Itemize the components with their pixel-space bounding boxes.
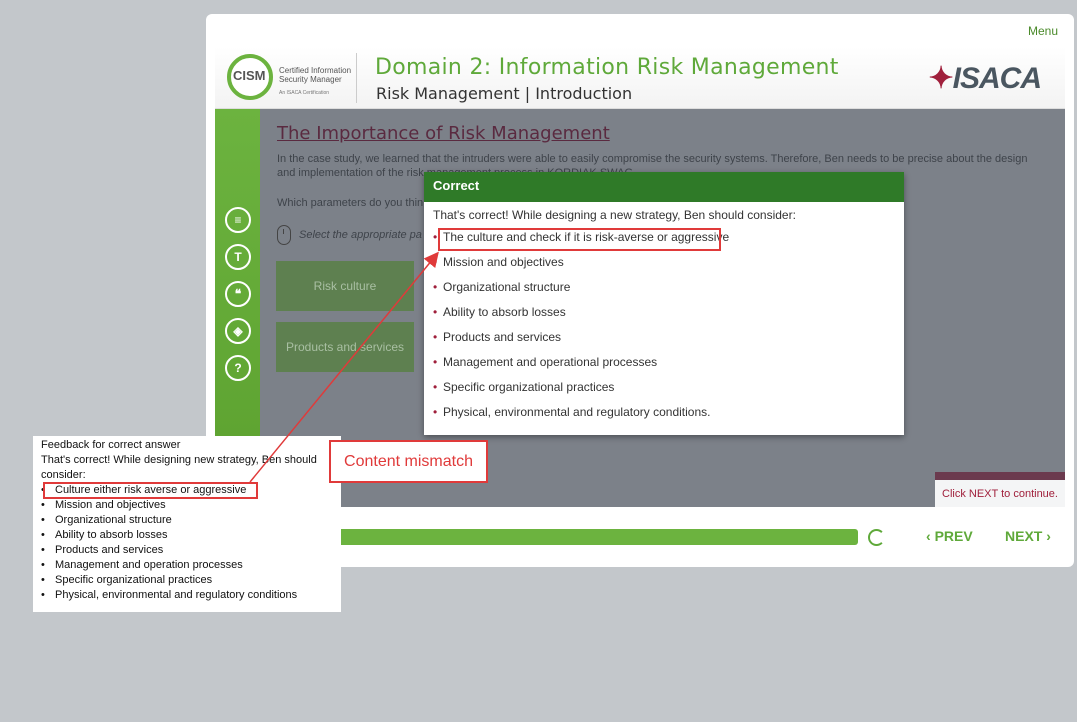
slide-instruction: Select the appropriate pa <box>277 225 422 245</box>
cism-logo-tagline: An ISACA Certification <box>279 90 330 96</box>
feedback-item: Organizational structure <box>41 513 333 528</box>
course-header: CISM Certified Information Security Mana… <box>215 47 1065 109</box>
content-mismatch-label: Content mismatch <box>329 440 488 483</box>
feedback-annotation: Feedback for correct answer That's corre… <box>33 436 341 612</box>
chevron-right-icon: › <box>1046 528 1051 544</box>
domain-title: Domain 2: Information Risk Management <box>375 55 839 80</box>
feedback-list: Culture either risk averse or aggressive… <box>41 483 333 603</box>
cism-logo-line2: Security Manager <box>279 75 342 84</box>
prev-button[interactable]: ‹ PREV <box>926 528 973 544</box>
dialog-item: Physical, environmental and regulatory c… <box>433 402 895 427</box>
section-subtitle: Risk Management | Introduction <box>376 84 633 103</box>
replay-icon[interactable] <box>868 529 885 546</box>
dialog-item: Specific organizational practices <box>433 377 895 402</box>
mouse-icon <box>277 225 291 245</box>
help-icon[interactable]: ? <box>225 355 251 381</box>
dialog-item: Ability to absorb losses <box>433 302 895 327</box>
dialog-item: Products and services <box>433 327 895 352</box>
transcript-icon[interactable]: T <box>225 244 251 270</box>
cism-logo-word: CISM <box>233 68 266 83</box>
next-hint: Click NEXT to continue. <box>935 472 1065 507</box>
option-card[interactable]: Products and services <box>276 322 414 372</box>
layers-icon[interactable]: ◈ <box>225 318 251 344</box>
dialog-title: Correct <box>424 172 904 202</box>
dialog-item: Management and operational processes <box>433 352 895 377</box>
chevron-left-icon: ‹ <box>926 528 931 544</box>
instruction-text: Select the appropriate pa <box>299 229 422 241</box>
cism-logo-line1: Certified Information <box>279 66 352 75</box>
feedback-heading: Feedback for correct answer <box>41 439 181 451</box>
isaca-star-icon: ✦ <box>928 62 954 95</box>
notes-icon[interactable]: ≡ <box>225 207 251 233</box>
feedback-item: Specific organizational practices <box>41 573 333 588</box>
cism-logo: CISM Certified Information Security Mana… <box>227 53 357 103</box>
slide-title: The Importance of Risk Management <box>277 123 610 144</box>
dialog-list: The culture and check if it is risk-aver… <box>424 222 904 427</box>
feedback-highlight-box <box>43 482 258 499</box>
feedback-item: Mission and objectives <box>41 498 333 513</box>
feedback-item: Management and operation processes <box>41 558 333 573</box>
feedback-intro: That's correct! While designing new stra… <box>41 454 317 481</box>
prev-label: PREV <box>934 528 973 544</box>
dialog-intro: That's correct! While designing a new st… <box>433 208 796 222</box>
next-button[interactable]: NEXT › <box>1005 528 1051 544</box>
next-label: NEXT <box>1005 528 1043 544</box>
feedback-item: Physical, environmental and regulatory c… <box>41 588 333 603</box>
menu-link[interactable]: Menu <box>1028 24 1058 38</box>
feedback-dialog: Correct That's correct! While designing … <box>424 172 904 435</box>
dialog-highlight-box <box>438 228 721 251</box>
dialog-item: Mission and objectives <box>433 252 895 277</box>
option-card[interactable]: Risk culture <box>276 261 414 311</box>
dialog-item: Organizational structure <box>433 277 895 302</box>
progress-bar <box>336 529 858 545</box>
feedback-item: Products and services <box>41 543 333 558</box>
isaca-logo: ✦ISACA <box>928 61 1042 96</box>
slide-question: Which parameters do you thin <box>277 197 424 209</box>
quote-icon[interactable]: ❝ <box>225 281 251 307</box>
feedback-item: Ability to absorb losses <box>41 528 333 543</box>
isaca-logo-text: ISACA <box>952 62 1042 95</box>
